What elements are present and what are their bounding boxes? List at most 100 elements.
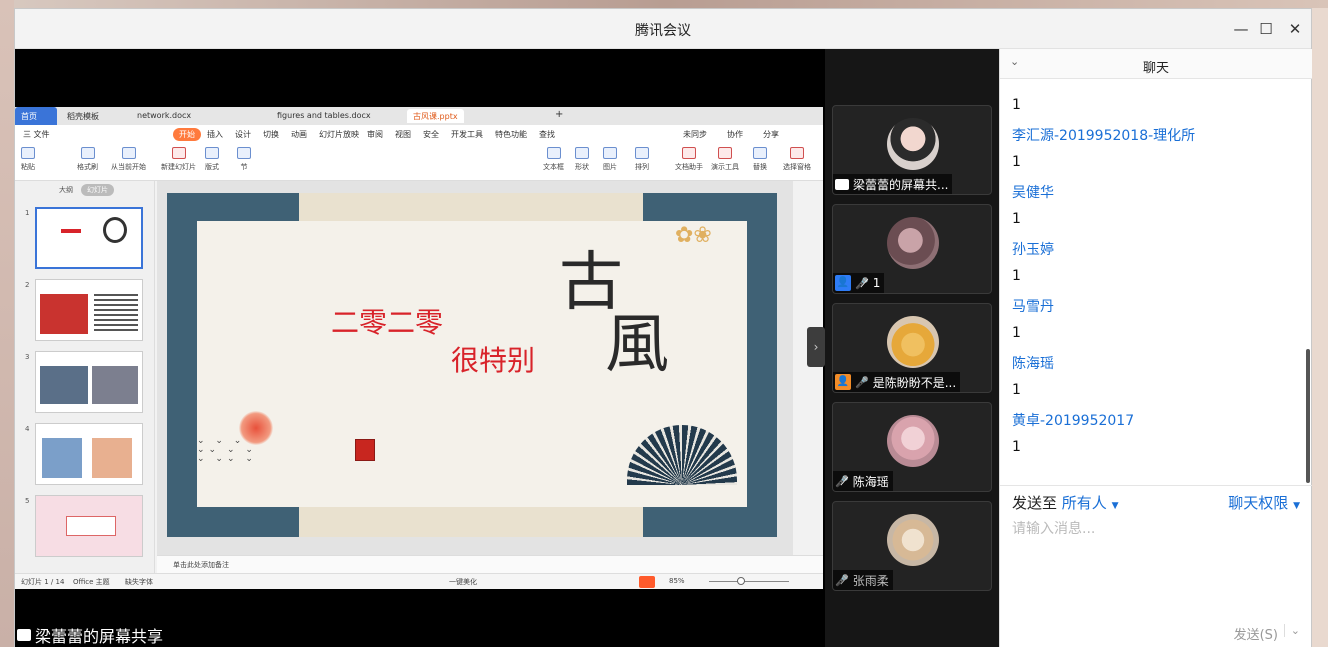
menu-devtools[interactable]: 开发工具 — [451, 129, 483, 140]
close-button[interactable]: ✕ — [1285, 19, 1305, 39]
ribbon-from-current[interactable]: 从当前开始 — [111, 147, 146, 177]
menu-features[interactable]: 特色功能 — [495, 129, 527, 140]
slide-thumbnail-5[interactable] — [35, 495, 143, 557]
ribbon-replace[interactable]: 替换 — [753, 147, 767, 177]
chat-message-list[interactable]: 1 李汇源-2019952018-理化所 1 吴健华 1 孙玉婷 1 马雪丹 1… — [1000, 79, 1312, 485]
send-to-label: 发送至 — [1012, 494, 1058, 512]
participant-tile[interactable]: 👤 🎤̸ 1 — [832, 204, 992, 294]
ribbon-doc-helper[interactable]: 文档助手 — [675, 147, 703, 177]
message-sender[interactable]: 陈海瑶 — [1012, 353, 1054, 373]
mic-icon: 🎤 — [855, 375, 869, 389]
menu-view[interactable]: 视图 — [395, 129, 411, 140]
ribbon-arrange[interactable]: 排列 — [635, 147, 649, 177]
message-sender[interactable]: 李汇源-2019952018-理化所 — [1012, 125, 1195, 145]
chevron-down-icon[interactable]: ⌄ — [1283, 624, 1300, 637]
user-icon: 👤 — [835, 374, 851, 390]
maximize-button[interactable]: ☐ — [1256, 19, 1276, 39]
message-text: 1 — [1012, 97, 1021, 113]
tab-figures-docx[interactable]: figures and tables.docx — [271, 109, 377, 123]
doc-helper-icon — [682, 147, 696, 159]
title-bar: 腾讯会议 — ☐ ✕ — [15, 9, 1311, 49]
missing-font[interactable]: 缺失字体 — [125, 577, 153, 587]
calligraphy-gu[interactable]: 古 — [559, 251, 623, 315]
message-sender[interactable]: 马雪丹 — [1012, 296, 1054, 316]
slide-thumbnail-1[interactable] — [35, 207, 143, 269]
menu-start[interactable]: 开始 — [173, 128, 201, 141]
send-to-selector[interactable]: 发送至 所有人 ▼ — [1012, 492, 1119, 513]
menu-share[interactable]: 分享 — [763, 129, 779, 140]
chat-scrollbar[interactable] — [1306, 349, 1310, 483]
ribbon-section[interactable]: 节 — [237, 147, 251, 177]
chevron-right-icon[interactable]: › — [807, 327, 825, 367]
menu-transition[interactable]: 切换 — [263, 129, 279, 140]
current-slide[interactable]: ✿❀ 二零二零 很特别 古 風 ⌄ ⌄ ⌄ ⌄⌄ ⌄ ⌄ ⌄ ⌄⌄ ⌄ — [167, 193, 777, 537]
message-sender[interactable]: 吴健华 — [1012, 182, 1054, 202]
calligraphy-feng[interactable]: 風 — [605, 313, 669, 377]
ribbon-picture[interactable]: 图片 — [603, 147, 617, 177]
ribbon-textbox[interactable]: 文本框 — [543, 147, 564, 177]
participant-tile[interactable]: 🎤̸ 陈海瑶 — [832, 402, 992, 492]
one-click-beautify[interactable]: 一键美化 — [449, 577, 477, 587]
slide-thumbnail-3[interactable] — [35, 351, 143, 413]
menu-design[interactable]: 设计 — [235, 129, 251, 140]
tab-home[interactable]: 首页 — [15, 107, 57, 125]
menu-insert[interactable]: 插入 — [207, 129, 223, 140]
menu-review[interactable]: 审阅 — [367, 129, 383, 140]
tab-slides[interactable]: 幻灯片 — [81, 184, 114, 196]
play-slideshow-icon[interactable] — [639, 576, 655, 588]
menu-file[interactable]: 三 文件 — [23, 129, 50, 140]
folding-fan-decoration — [627, 425, 737, 485]
menu-unsynced[interactable]: 未同步 — [683, 129, 707, 140]
ribbon-layout[interactable]: 版式 — [205, 147, 219, 177]
slide-thumbnail-2[interactable] — [35, 279, 143, 341]
slide-editor[interactable]: ✿❀ 二零二零 很特别 古 風 ⌄ ⌄ ⌄ ⌄⌄ ⌄ ⌄ ⌄ ⌄⌄ ⌄ — [157, 181, 793, 555]
participant-tile[interactable]: 👤 🎤 是陈盼盼不是... — [832, 303, 992, 393]
wps-ribbon: 粘贴 格式刷 从当前开始 新建幻灯片 版式 节 文本框 形状 图片 排列 文档助… — [15, 143, 823, 181]
participant-tile[interactable]: 梁蕾蕾的屏幕共... — [832, 105, 992, 195]
slide-thumbnail-4[interactable] — [35, 423, 143, 485]
menu-collab[interactable]: 协作 — [727, 129, 743, 140]
tab-network-docx[interactable]: network.docx — [131, 109, 197, 123]
tab-pptx[interactable]: 古风课.pptx — [407, 109, 464, 123]
slide-title-line1[interactable]: 二零二零 — [331, 301, 443, 341]
send-to-value[interactable]: 所有人 — [1062, 494, 1107, 512]
ribbon-format-painter[interactable]: 格式刷 — [77, 147, 98, 177]
menu-search[interactable]: 查找 — [539, 129, 555, 140]
tab-outline[interactable]: 大纲 — [59, 185, 73, 195]
message-sender[interactable]: 孙玉婷 — [1012, 239, 1054, 259]
ribbon-paste[interactable]: 粘贴 — [21, 147, 35, 177]
minimize-button[interactable]: — — [1231, 19, 1251, 39]
send-button[interactable]: 发送(S) — [1234, 624, 1278, 643]
chat-permission-button[interactable]: 聊天权限 ▼ — [1228, 492, 1300, 513]
participant-tile[interactable]: 🎤̸ 张雨柔 — [832, 501, 992, 591]
message-sender[interactable]: 黄卓-2019952017 — [1012, 410, 1134, 430]
mic-muted-icon: 🎤̸ — [835, 474, 849, 488]
ribbon-new-slide[interactable]: 新建幻灯片 — [161, 147, 196, 177]
participant-name: 1 — [872, 276, 881, 290]
ribbon-shape[interactable]: 形状 — [575, 147, 589, 177]
desktop-background-top — [0, 0, 1328, 8]
menu-slideshow[interactable]: 幻灯片放映 — [319, 129, 359, 140]
zoom-level[interactable]: 85% — [669, 577, 685, 585]
participant-name-bar: 梁蕾蕾的屏幕共... — [833, 174, 953, 194]
shape-icon — [575, 147, 589, 159]
ribbon-present-tools[interactable]: 演示工具 — [711, 147, 739, 177]
notes-pane[interactable]: 单击此处添加备注 — [157, 555, 823, 573]
chat-header: ⌄ 聊天 — [1000, 49, 1312, 79]
slide-number: 3 — [25, 353, 30, 361]
red-seal-stamp — [355, 439, 375, 461]
slide-title-line2[interactable]: 很特别 — [451, 339, 535, 379]
caret-down-icon[interactable]: ▼ — [1112, 501, 1119, 511]
tab-template[interactable]: 稻壳模板 — [61, 109, 105, 123]
ribbon-select-pane[interactable]: 选择窗格 — [783, 147, 811, 177]
monitor-icon — [17, 629, 31, 641]
new-tab-icon[interactable]: + — [549, 107, 569, 121]
slide-thumbnail-panel: 大纲 幻灯片 1 2 3 4 5 — [15, 181, 155, 573]
zoom-slider-knob[interactable] — [737, 577, 745, 585]
participant-list: 梁蕾蕾的屏幕共... 👤 🎤̸ 1 👤 🎤 是陈盼盼不是... 🎤̸ 陈海瑶 🎤… — [825, 49, 999, 647]
menu-animation[interactable]: 动画 — [291, 129, 307, 140]
menu-security[interactable]: 安全 — [423, 129, 439, 140]
message-input[interactable]: 请输入消息... — [1012, 518, 1095, 538]
zoom-slider[interactable] — [709, 581, 789, 582]
slide-paper-background: ✿❀ 二零二零 很特别 古 風 ⌄ ⌄ ⌄ ⌄⌄ ⌄ ⌄ ⌄ ⌄⌄ ⌄ — [197, 221, 747, 507]
